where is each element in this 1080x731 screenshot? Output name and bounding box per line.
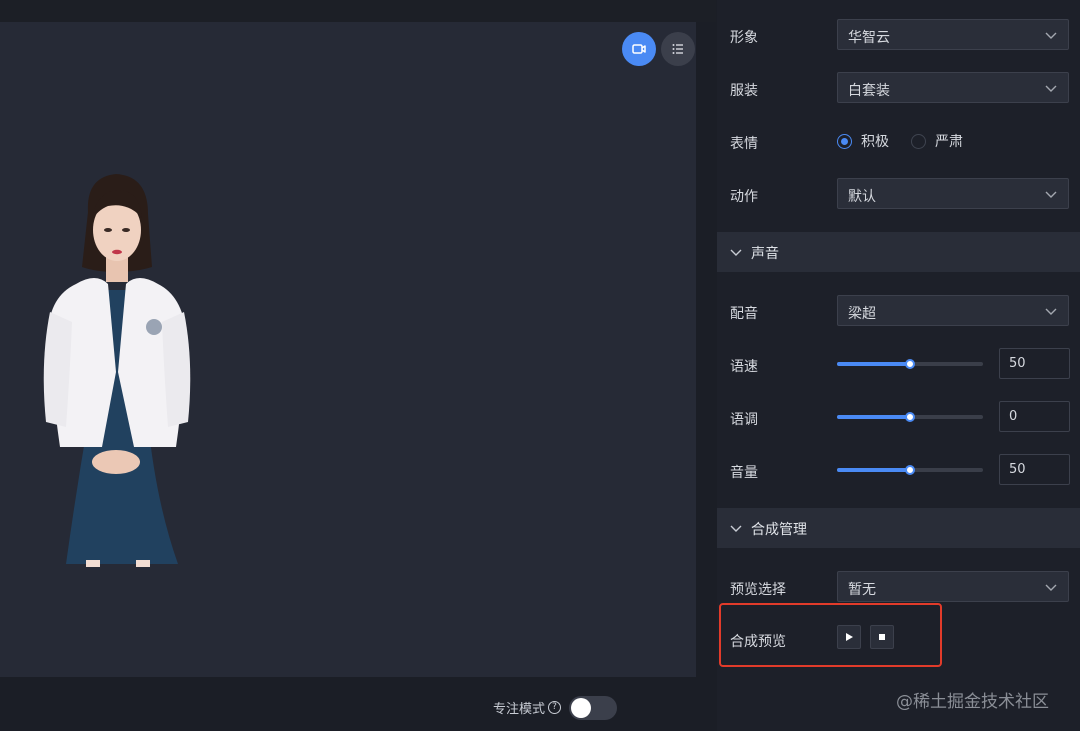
- slider-thumb[interactable]: [905, 412, 915, 422]
- list-view-button[interactable]: [661, 32, 695, 66]
- action-label: 动作: [730, 189, 758, 205]
- volume-input[interactable]: 50: [999, 454, 1070, 485]
- pitch-slider[interactable]: [837, 412, 983, 422]
- slider-thumb[interactable]: [905, 465, 915, 475]
- chevron-down-icon: [1045, 191, 1057, 198]
- costume-row: 服装 白套装: [717, 72, 1080, 104]
- pitch-input[interactable]: 0: [999, 401, 1070, 432]
- preview-select-value: 暂无: [848, 582, 876, 598]
- toggle-knob: [571, 698, 591, 718]
- action-value: 默认: [848, 189, 876, 205]
- voice-select[interactable]: 梁超: [837, 295, 1069, 326]
- chevron-down-icon: [1045, 308, 1057, 315]
- voice-row: 配音 梁超: [717, 295, 1080, 327]
- help-icon[interactable]: ?: [548, 701, 562, 714]
- focus-mode-text: 专注模式: [493, 702, 546, 717]
- appearance-select[interactable]: 华智云: [837, 19, 1069, 50]
- top-strip: [0, 0, 716, 22]
- voice-label: 配音: [730, 306, 758, 322]
- slider-fill: [837, 468, 910, 472]
- chevron-down-icon: [1045, 85, 1057, 92]
- expression-radio-serious[interactable]: [911, 133, 926, 149]
- costume-select[interactable]: 白套装: [837, 72, 1069, 103]
- voice-value: 梁超: [848, 306, 876, 322]
- pitch-label: 语调: [730, 412, 758, 428]
- speed-row: 语速 50: [717, 348, 1080, 380]
- volume-slider[interactable]: [837, 465, 983, 475]
- appearance-row: 形象 华智云: [717, 19, 1080, 51]
- speed-input[interactable]: 50: [999, 348, 1070, 379]
- synthesis-section-title: 合成管理: [751, 522, 807, 538]
- action-row: 动作 默认: [717, 178, 1080, 210]
- video-camera-icon: [632, 44, 646, 54]
- speed-label: 语速: [730, 359, 758, 375]
- digital-human-avatar: [43, 174, 191, 567]
- synthesis-section-header[interactable]: 合成管理: [717, 508, 1080, 548]
- focus-mode-label: 专注模式 ?: [493, 698, 562, 717]
- expression-radio-positive[interactable]: [837, 133, 852, 149]
- expression-radio-group: 积极 严肃: [837, 131, 985, 151]
- slider-fill: [837, 362, 910, 366]
- slider-thumb[interactable]: [905, 359, 915, 369]
- chevron-down-icon: [1045, 584, 1057, 591]
- preview-select-label: 预览选择: [730, 582, 786, 598]
- pitch-row: 语调 0: [717, 401, 1080, 433]
- costume-label: 服装: [730, 83, 758, 99]
- action-select[interactable]: 默认: [837, 178, 1069, 209]
- expression-row: 表情 积极 严肃: [717, 125, 1080, 157]
- preview-select-row: 预览选择 暂无: [717, 571, 1080, 603]
- volume-row: 音量 50: [717, 454, 1080, 486]
- volume-value: 50: [1009, 462, 1026, 477]
- speed-slider[interactable]: [837, 359, 983, 369]
- appearance-label: 形象: [730, 30, 758, 46]
- expression-option-serious[interactable]: 严肃: [935, 131, 963, 151]
- focus-mode-toggle[interactable]: [569, 696, 617, 720]
- sound-section-header[interactable]: 声音: [717, 232, 1080, 272]
- chevron-down-icon: [730, 249, 742, 256]
- sound-section-title: 声音: [751, 246, 779, 262]
- preview-select[interactable]: 暂无: [837, 571, 1069, 602]
- expression-label: 表情: [730, 136, 758, 152]
- chevron-down-icon: [730, 525, 742, 532]
- list-icon: [672, 44, 683, 54]
- chevron-down-icon: [1045, 32, 1057, 39]
- appearance-value: 华智云: [848, 30, 890, 46]
- speed-value: 50: [1009, 356, 1026, 371]
- volume-label: 音量: [730, 465, 758, 481]
- preview-stage: [0, 22, 696, 677]
- pitch-value: 0: [1009, 409, 1018, 424]
- expression-option-positive[interactable]: 积极: [861, 131, 889, 151]
- annotation-highlight-box: [719, 603, 942, 667]
- camera-view-button[interactable]: [622, 32, 656, 66]
- slider-fill: [837, 415, 910, 419]
- watermark: @稀土掘金技术社区: [896, 692, 1049, 712]
- costume-value: 白套装: [848, 83, 890, 99]
